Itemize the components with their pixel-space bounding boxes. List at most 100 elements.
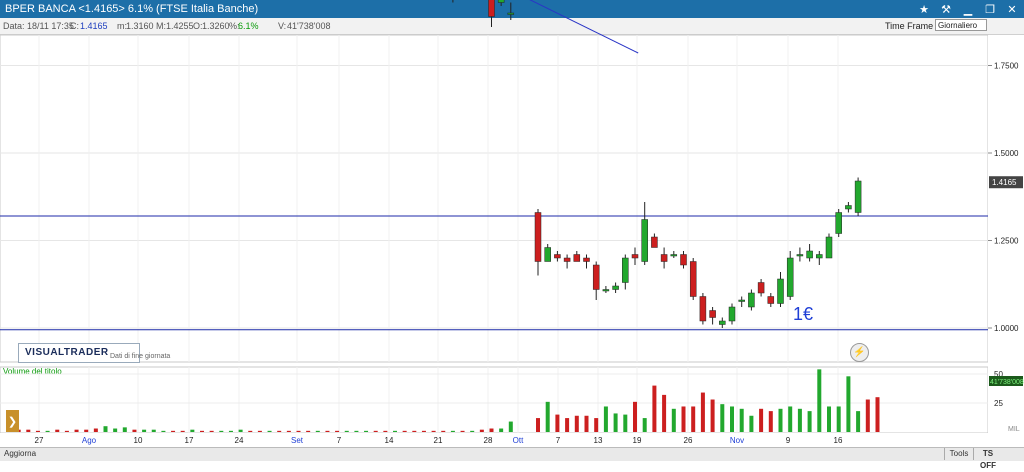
volume-bar [74,429,79,432]
y-tick-label: 1.2500 [994,237,1019,246]
x-tick-label: 7 [556,436,561,445]
volume-bar [238,429,243,432]
volume-bar [450,430,455,432]
volume-bar [325,430,330,432]
logo-text: VISUALTRADER [25,347,109,358]
volume-bar [209,430,214,432]
volume-bar [662,394,667,432]
candle-down [592,264,600,290]
candle-down [757,282,765,294]
volume-bar [335,430,340,432]
volume-bar [739,408,744,432]
volume-bar [749,415,754,432]
volume-bar [768,411,773,432]
volume-bar [778,408,783,432]
volume-bar [383,430,388,432]
x-tick-label: 7 [337,436,342,445]
volume-bar [315,430,320,432]
volume-bar [286,430,291,432]
volume-bar [479,429,484,432]
volume-bar [499,428,504,432]
volume-bar [856,411,861,432]
volume-bar [55,429,60,432]
x-tick-label: 26 [684,436,693,445]
volume-bar [603,406,608,432]
volume-bar [797,408,802,432]
volume-bar [460,430,465,432]
x-tick-label: 24 [235,436,244,445]
volume-bar [613,413,618,432]
x-tick-label: 27 [35,436,44,445]
status-footer: Aggiorna Tools TS OFF [0,447,1024,470]
x-tick-label: 10 [134,436,143,445]
volume-bar [671,408,676,432]
candle-up [835,212,842,234]
logo-subtitle: Dati di fine giornata [110,353,171,360]
volume-bar [652,385,657,432]
volume-bar [681,406,686,432]
volume-bar [545,401,550,432]
volume-bar [788,406,793,432]
volume-bar [700,392,705,432]
volume-bar [642,418,647,432]
volume-bar [565,418,570,432]
candle-down [631,254,639,259]
volume-bar [402,430,407,432]
volume-bar [180,430,185,432]
volume-bar [26,429,31,432]
volume-bar [584,415,589,432]
volume-bar [228,430,233,432]
volume-bar [633,401,637,432]
refresh-label[interactable]: Aggiorna [4,449,36,458]
volume-bar [393,430,397,432]
price-chart[interactable]: 2.50002.25002.00001.75001.50001.25001.00… [0,0,1024,447]
volume-bar [132,429,137,432]
candle-up [786,257,794,297]
volume-bar [161,430,166,432]
volume-bar [508,421,513,432]
candle-down [689,261,697,297]
volume-bar [103,426,108,432]
volume-bar [431,430,436,432]
candle-down [680,254,687,266]
candle-up [825,236,833,259]
annotation-1-euro: 1€ [793,304,813,324]
candle-up [728,306,736,322]
tools-button[interactable]: Tools [944,448,973,460]
candle-down [583,257,590,262]
candle-down [699,296,707,322]
candle-down [563,257,571,262]
volume-bar [827,406,831,432]
x-tick-label: 28 [484,436,493,445]
volume-bar [470,430,475,432]
ts-off-button[interactable]: TS OFF [973,448,1002,470]
volume-bar [84,429,89,432]
volume-bar [122,427,127,432]
volume-bar [555,414,560,432]
volume-bar [691,406,696,432]
x-tick-label: Ago [82,436,97,445]
x-tick-label: Ott [513,436,524,445]
volume-bar [344,430,349,432]
volume-bar [190,429,195,432]
volume-bar [248,430,253,432]
volume-bar [373,430,378,432]
candle-up [738,299,745,302]
last-price-label: 1.4165 [992,178,1017,187]
volume-bar [354,430,359,432]
volume-bar [142,429,147,432]
candle-down [767,296,775,304]
candle-up [816,254,823,259]
reload-icon[interactable]: ⚡ [850,343,869,362]
candle-up [796,254,804,257]
volume-bar [865,399,870,432]
volume-tick-label: 25 [994,399,1003,408]
x-tick-label: 17 [185,436,194,445]
volume-bar [730,406,734,432]
volume-bar [759,408,764,432]
chevron-right-icon[interactable]: ❯ [6,410,19,432]
volume-bar [296,430,301,432]
volume-bar [257,430,262,432]
y-tick-label: 1.7500 [994,62,1019,71]
volume-bar [277,430,282,432]
